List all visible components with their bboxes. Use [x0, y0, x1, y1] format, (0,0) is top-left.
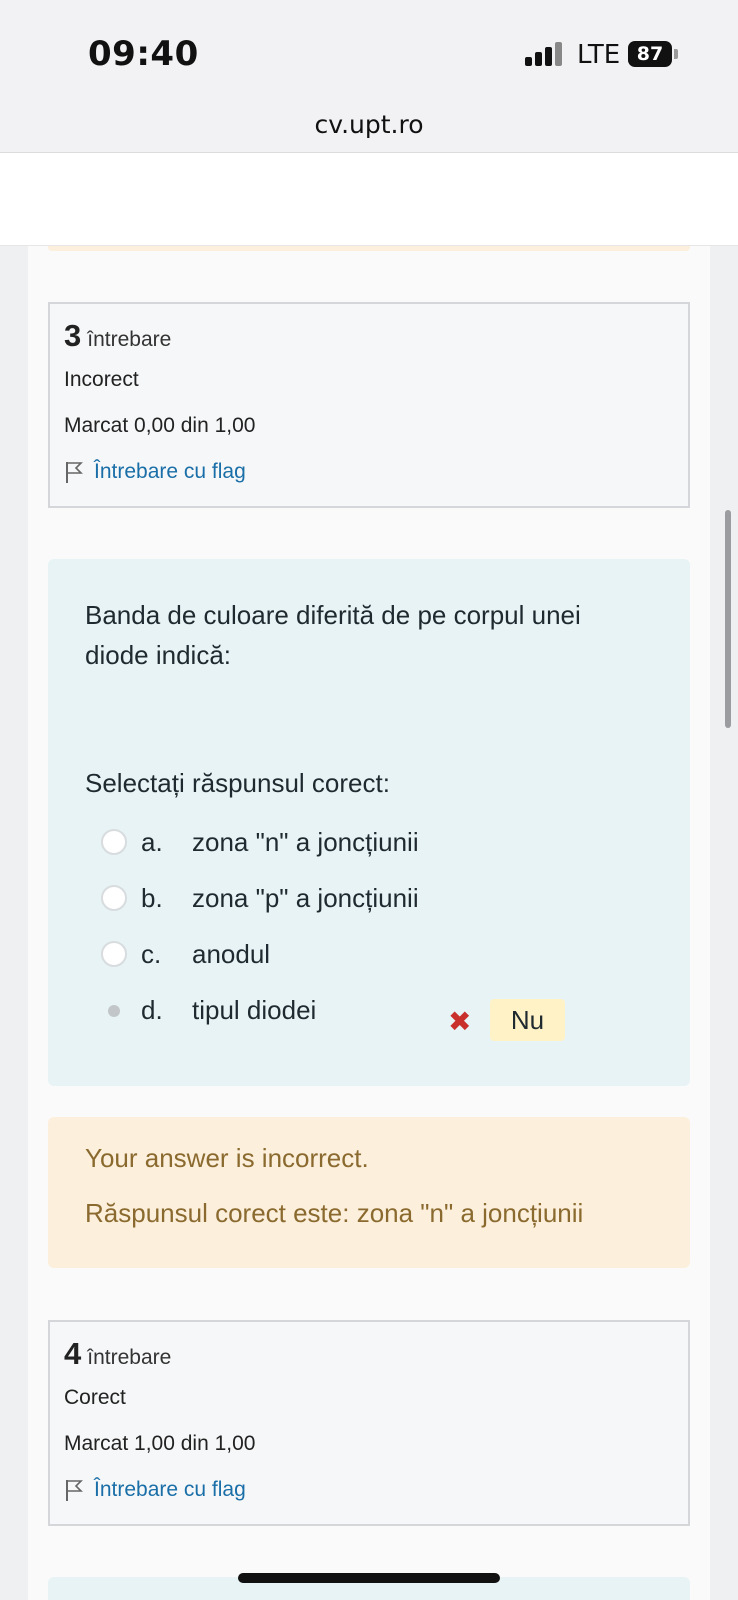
radio-button[interactable] — [101, 941, 127, 967]
answer-option-b[interactable]: b. zona "p" a joncțiunii — [85, 869, 654, 925]
question-content: Banda de culoare diferită de pe corpul u… — [48, 559, 690, 1086]
answer-text: tipul diodei ✖ Nu — [192, 995, 565, 1041]
network-type: LTE — [577, 40, 621, 70]
answer-feedback: Your answer is incorrect. Răspunsul core… — [48, 1117, 690, 1268]
url-bar[interactable]: cv.upt.ro — [0, 100, 738, 153]
answer-letter: b. — [141, 883, 163, 913]
answer-text: anodul — [192, 939, 271, 969]
answer-option-d[interactable]: d. tipul diodei ✖ Nu — [85, 981, 654, 1041]
answer-text: zona "n" a joncțiunii — [192, 827, 419, 857]
flag-icon — [66, 1480, 83, 1501]
feedback-correct-answer: Răspunsul corect este: zona "n" a joncți… — [85, 1198, 584, 1228]
feedback-result: Your answer is incorrect. — [85, 1143, 369, 1173]
signal-icon — [525, 42, 563, 66]
battery-tip — [674, 49, 678, 59]
flag-question-label: Întrebare cu flag — [94, 1478, 246, 1501]
incorrect-badge: Nu — [490, 999, 565, 1041]
radio-button-selected[interactable] — [101, 997, 127, 1023]
answer-letter: d. — [141, 995, 163, 1025]
question-label: întrebare — [87, 328, 172, 351]
radio-button[interactable] — [101, 829, 127, 855]
battery-icon: 87 — [628, 41, 672, 67]
question-grade: Marcat 1,00 din 1,00 — [64, 1432, 256, 1455]
answer-list: a. zona "n" a joncțiunii b. zona "p" a j… — [85, 813, 654, 1041]
answer-instruction: Selectați răspunsul corect: — [85, 768, 390, 798]
home-indicator[interactable] — [238, 1573, 500, 1583]
previous-feedback-edge — [48, 246, 690, 251]
page-header — [0, 153, 738, 246]
scrollbar-thumb[interactable] — [725, 510, 731, 728]
flag-icon — [66, 462, 83, 483]
question-state: Corect — [64, 1386, 126, 1409]
answer-letter: c. — [141, 939, 162, 969]
question-grade: Marcat 0,00 din 1,00 — [64, 414, 256, 437]
question-info-4: 4 întrebare Corect Marcat 1,00 din 1,00 Î… — [48, 1320, 690, 1526]
flag-question-label: Întrebare cu flag — [94, 460, 246, 483]
flag-question-link[interactable]: Întrebare cu flag — [64, 460, 674, 484]
question-info-3: 3 întrebare Incorect Marcat 0,00 din 1,00… — [48, 302, 690, 508]
answer-text: zona "p" a joncțiunii — [192, 883, 419, 913]
clock: 09:40 — [88, 34, 199, 74]
radio-button[interactable] — [101, 885, 127, 911]
question-number: 3 — [64, 318, 82, 353]
incorrect-icon: ✖ — [448, 1006, 472, 1037]
question-label: întrebare — [87, 1346, 172, 1369]
flag-question-link[interactable]: Întrebare cu flag — [64, 1478, 674, 1502]
question-prompt: Banda de culoare diferită de pe corpul u… — [85, 600, 581, 670]
question-number: 4 — [64, 1336, 82, 1371]
status-bar: 09:40 LTE 87 — [0, 0, 738, 100]
question-state: Incorect — [64, 368, 139, 391]
answer-letter: a. — [141, 827, 163, 857]
answer-option-c[interactable]: c. anodul — [85, 925, 654, 981]
answer-text-value: tipul diodei — [192, 995, 317, 1025]
answer-option-a[interactable]: a. zona "n" a joncțiunii — [85, 813, 654, 869]
